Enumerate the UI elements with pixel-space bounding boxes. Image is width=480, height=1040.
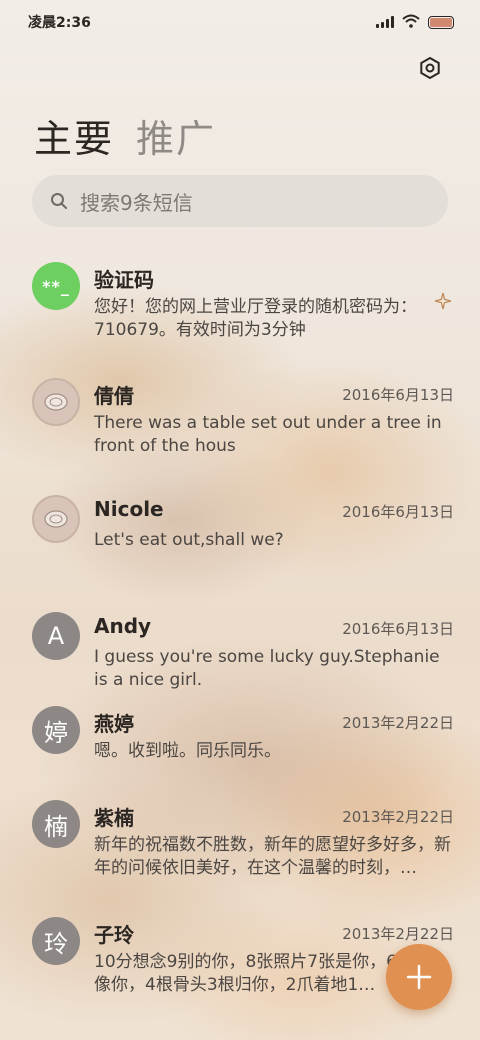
status-bar: 凌晨2:36 — [0, 0, 480, 44]
list-item[interactable]: 婷 燕婷 2013年2月22日 嗯。收到啦。同乐同乐。 — [0, 696, 480, 790]
settings-button[interactable] — [418, 56, 442, 80]
avatar: **_ — [32, 262, 80, 310]
contact-name: 倩倩 — [94, 384, 134, 408]
plus-icon — [406, 964, 432, 990]
contact-name: Nicole — [94, 497, 164, 521]
compose-button[interactable] — [386, 944, 452, 1010]
message-date: 2013年2月22日 — [342, 808, 454, 826]
contact-name: Andy — [94, 614, 152, 638]
search-bar[interactable]: 搜索9条短信 — [32, 175, 448, 227]
folder-tabs: 主要 推广 — [34, 108, 216, 163]
message-date: 2016年6月13日 — [342, 386, 454, 404]
message-preview: 嗯。收到啦。同乐同乐。 — [94, 741, 281, 761]
conversation-list: **_ 验证码 您好！您的网上营业厅登录的随机密码为：710679。有效时间为3… — [0, 252, 480, 1024]
search-icon — [51, 193, 67, 209]
search-placeholder: 搜索9条短信 — [80, 190, 193, 215]
battery-icon — [428, 15, 454, 29]
message-preview: 新年的祝福数不胜数，新年的愿望好多好多，新年的问候依旧美好，在这个温馨的时刻，… — [94, 835, 451, 878]
message-date: 2013年2月22日 — [342, 925, 454, 943]
message-date: 2013年2月22日 — [342, 714, 454, 732]
avatar: 婷 — [32, 706, 80, 754]
wifi-icon — [402, 13, 420, 32]
contact-name: 子玲 — [94, 923, 134, 947]
tab-promotions[interactable]: 推广 — [136, 108, 216, 163]
message-preview: I guess you're some lucky guy.Stephanie … — [94, 647, 440, 690]
message-preview: There was a table set out under a tree i… — [94, 413, 442, 456]
avatar — [32, 378, 80, 426]
message-preview: Let's eat out,shall we? — [94, 530, 284, 550]
avatar — [32, 495, 80, 543]
signal-icon — [376, 16, 394, 28]
contact-name: 验证码 — [94, 268, 154, 292]
avatar: A — [32, 612, 80, 660]
tab-primary[interactable]: 主要 — [34, 108, 114, 163]
list-item[interactable]: Nicole 2016年6月13日 Let's eat out,shall we… — [0, 485, 480, 602]
photo-avatar-icon — [44, 510, 68, 528]
contact-name: 紫楠 — [94, 806, 134, 830]
avatar: 楠 — [32, 800, 80, 848]
message-preview: 您好！您的网上营业厅登录的随机密码为：710679。有效时间为3分钟 — [94, 297, 417, 340]
sparkle-icon[interactable] — [434, 292, 452, 314]
photo-avatar-icon — [44, 393, 68, 411]
message-date: 2016年6月13日 — [342, 503, 454, 521]
list-item[interactable]: 倩倩 2016年6月13日 There was a table set out … — [0, 368, 480, 485]
status-time: 凌晨2:36 — [28, 15, 91, 31]
settings-icon — [420, 56, 440, 80]
list-item[interactable]: **_ 验证码 您好！您的网上营业厅登录的随机密码为：710679。有效时间为3… — [0, 252, 480, 368]
list-item[interactable]: 楠 紫楠 2013年2月22日 新年的祝福数不胜数，新年的愿望好多好多，新年的问… — [0, 790, 480, 907]
avatar: 玲 — [32, 917, 80, 965]
list-item[interactable]: A Andy 2016年6月13日 I guess you're some lu… — [0, 602, 480, 696]
message-date: 2016年6月13日 — [342, 620, 454, 638]
contact-name: 燕婷 — [94, 712, 134, 736]
